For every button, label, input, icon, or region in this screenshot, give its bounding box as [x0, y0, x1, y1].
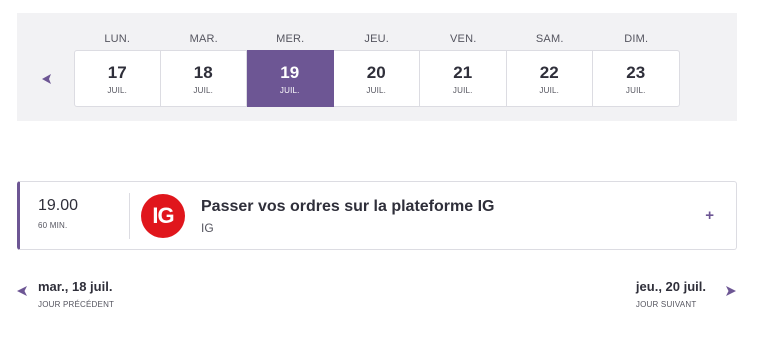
day-month: JUIL.	[193, 85, 214, 95]
day-column: MAR. 18 JUIL.	[160, 13, 247, 107]
chevron-left-icon	[17, 286, 27, 296]
day-of-week-label: LUN.	[104, 33, 131, 45]
day-column: DIM. 23 JUIL.	[593, 13, 680, 107]
day-card[interactable]: 22 JUIL.	[506, 50, 593, 107]
previous-week-button[interactable]	[37, 69, 57, 89]
chevron-left-icon	[42, 74, 51, 84]
chevron-right-icon	[726, 286, 736, 296]
expand-button[interactable]: +	[705, 207, 714, 224]
day-list: LUN. 17 JUIL. MAR. 18 JUIL. MER. 19 JUIL…	[74, 13, 680, 107]
event-organizer: IG	[201, 221, 214, 235]
day-of-week-label: MAR.	[189, 33, 218, 45]
day-card[interactable]: 18 JUIL.	[160, 50, 247, 107]
day-month: JUIL.	[279, 85, 300, 95]
day-of-week-label: SAM.	[535, 33, 564, 45]
day-number: 17	[107, 62, 127, 82]
day-card[interactable]: 21 JUIL.	[420, 50, 507, 107]
day-column: MER. 19 JUIL.	[247, 13, 334, 107]
week-selector: LUN. 17 JUIL. MAR. 18 JUIL. MER. 19 JUIL…	[17, 13, 737, 121]
day-column: JEU. 20 JUIL.	[333, 13, 420, 107]
organizer-logo: IG	[141, 194, 185, 238]
divider	[129, 193, 130, 239]
day-of-week-label: JEU.	[364, 33, 390, 45]
day-number: 22	[539, 62, 559, 82]
day-column: VEN. 21 JUIL.	[420, 13, 507, 107]
event-duration: 60 MIN.	[38, 221, 68, 230]
day-column: SAM. 22 JUIL.	[506, 13, 593, 107]
day-card[interactable]: 20 JUIL.	[333, 50, 420, 107]
day-number: 19	[280, 62, 300, 82]
previous-day-date: mar., 18 juil.	[38, 279, 113, 294]
day-number: 21	[453, 62, 473, 82]
day-column: LUN. 17 JUIL.	[74, 13, 161, 107]
day-number: 18	[193, 62, 213, 82]
day-card[interactable]: 23 JUIL.	[593, 50, 680, 107]
next-day-label: JOUR SUIVANT	[635, 300, 697, 309]
day-of-week-label: VEN.	[450, 33, 477, 45]
day-month: JUIL.	[107, 85, 128, 95]
day-number: 23	[626, 62, 646, 82]
day-month: JUIL.	[366, 85, 387, 95]
day-month: JUIL.	[625, 85, 646, 95]
day-month: JUIL.	[539, 85, 560, 95]
day-card-selected[interactable]: 19 JUIL.	[247, 50, 334, 107]
day-card[interactable]: 17 JUIL.	[74, 50, 161, 107]
day-number: 20	[366, 62, 386, 82]
next-day-date: jeu., 20 juil.	[635, 279, 706, 294]
event-time: 19.00	[38, 197, 79, 214]
day-of-week-label: DIM.	[624, 33, 649, 45]
event-card[interactable]: 19.00 60 MIN. IG Passer vos ordres sur l…	[17, 181, 737, 250]
previous-day-label: JOUR PRÉCÉDENT	[38, 300, 115, 309]
day-of-week-label: MER.	[276, 33, 305, 45]
event-title: Passer vos ordres sur la plateforme IG	[201, 198, 495, 215]
day-month: JUIL.	[452, 85, 473, 95]
